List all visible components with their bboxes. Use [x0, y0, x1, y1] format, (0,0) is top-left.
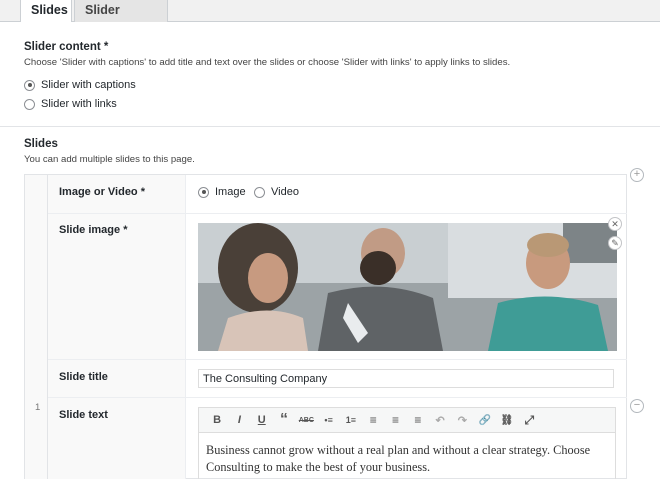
radio-image[interactable]: Image [198, 186, 246, 198]
radio-label: Video [271, 186, 299, 198]
slide-text-editor[interactable]: B I U “ ABC •≡ 1≡ ≡ ≡ ≡ ↶ ↷ 🔗 ⛓ ⤢ Busine… [198, 407, 616, 479]
label-column [48, 175, 186, 479]
fullscreen-button[interactable]: ⤢ [518, 410, 540, 430]
radio-label: Slider with links [41, 98, 117, 110]
media-type-label: Image or Video * [59, 186, 145, 198]
slider-content-description: Choose 'Slider with captions' to add tit… [24, 57, 511, 68]
bold-button[interactable]: B [206, 410, 228, 430]
slide-image-label: Slide image * [59, 224, 128, 236]
strikethrough-button[interactable]: ABC [295, 410, 317, 430]
slides-repeater: 1 Image or Video * Image Video Slide ima… [24, 174, 627, 479]
radio-button[interactable] [24, 98, 35, 110]
italic-button[interactable]: I [228, 410, 250, 430]
add-row-icon[interactable]: + [630, 168, 644, 182]
undo-button[interactable]: ↶ [429, 410, 451, 430]
row-divider [48, 397, 627, 398]
radio-slider-with-captions[interactable]: Slider with captions [24, 79, 136, 91]
row-divider [48, 213, 627, 214]
tab-slides[interactable]: Slides [20, 0, 72, 23]
radio-button[interactable] [254, 186, 265, 198]
section-divider [0, 126, 660, 127]
radio-slider-with-links[interactable]: Slider with links [24, 98, 117, 110]
slider-content-label: Slider content * [24, 41, 109, 53]
bullet-list-button[interactable]: •≡ [317, 410, 339, 430]
row-drag-handle[interactable]: 1 [25, 175, 48, 479]
radio-button-checked[interactable] [198, 186, 209, 198]
tab-slider-settings[interactable]: Slider settings [74, 0, 168, 37]
editor-content[interactable]: Business cannot grow without a real plan… [206, 442, 606, 476]
settings-panel: Slider content * Choose 'Slider with cap… [0, 22, 660, 479]
blockquote-button[interactable]: “ [273, 410, 295, 430]
remove-row-icon[interactable]: − [630, 399, 644, 413]
radio-label: Image [215, 186, 246, 198]
editor-toolbar: B I U “ ABC •≡ 1≡ ≡ ≡ ≡ ↶ ↷ 🔗 ⛓ ⤢ [199, 408, 615, 433]
edit-image-icon[interactable]: ✎ [608, 236, 622, 250]
slide-title-label: Slide title [59, 371, 108, 383]
align-left-button[interactable]: ≡ [362, 410, 384, 430]
remove-image-icon[interactable]: ✕ [608, 217, 622, 231]
row-number: 1 [35, 402, 41, 413]
row-divider [48, 359, 627, 360]
tab-bar: Slides Slider settings [0, 0, 660, 37]
slide-title-input[interactable]: The Consulting Company [198, 369, 614, 388]
insert-link-button[interactable]: 🔗 [474, 410, 496, 430]
redo-button[interactable]: ↷ [451, 410, 473, 430]
slides-description: You can add multiple slides to this page… [24, 154, 195, 165]
numbered-list-button[interactable]: 1≡ [340, 410, 362, 430]
underline-button[interactable]: U [251, 410, 273, 430]
remove-link-button[interactable]: ⛓ [496, 410, 518, 430]
radio-button-checked[interactable] [24, 79, 35, 91]
align-right-button[interactable]: ≡ [407, 410, 429, 430]
slide-text-label: Slide text [59, 409, 108, 421]
align-center-button[interactable]: ≡ [384, 410, 406, 430]
slides-label: Slides [24, 138, 58, 150]
slide-photo [198, 223, 617, 351]
slide-image-preview[interactable] [198, 223, 617, 351]
radio-label: Slider with captions [41, 79, 136, 91]
radio-video[interactable]: Video [254, 186, 299, 198]
